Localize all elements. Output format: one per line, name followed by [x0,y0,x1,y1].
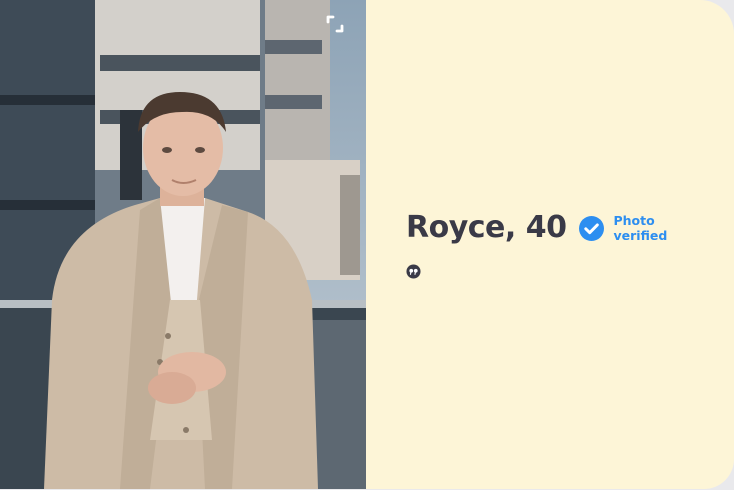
profile-name-age: Royce, 40 [406,210,567,245]
name-row: Royce, 40 Photo verified [406,208,667,248]
quote-icon [406,264,421,279]
profile-photo[interactable] [0,0,366,489]
verified-check-icon [578,215,604,241]
profile-card: Royce, 40 Photo verified [0,0,734,489]
verified-label-line1: Photo [613,213,655,228]
expand-icon [326,15,344,33]
expand-photo-button[interactable] [320,9,350,39]
verified-label-line2: verified [613,228,668,243]
photo-verified-badge: Photo verified [614,213,668,243]
profile-info: Royce, 40 Photo verified [406,208,667,248]
profile-photo-image [0,0,366,489]
